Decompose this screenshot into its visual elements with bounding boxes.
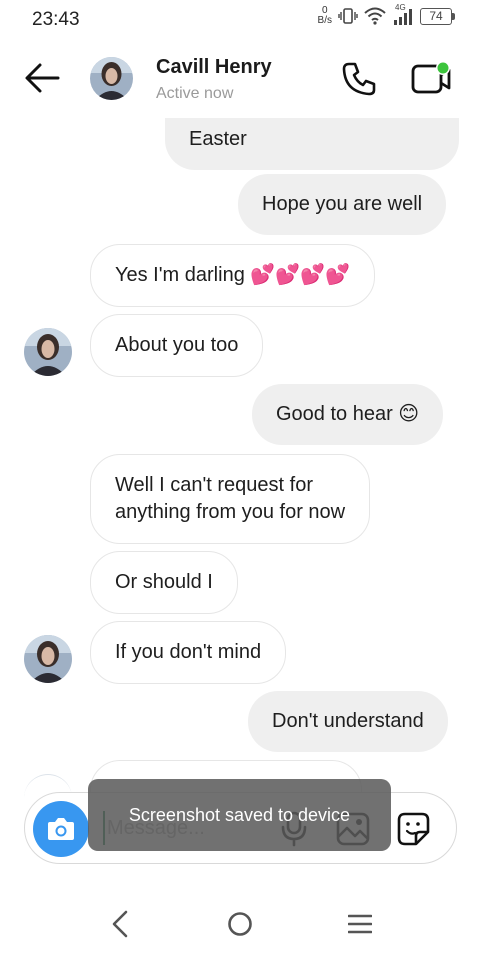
message-bubble[interactable]: Well I can't request for anything from y… xyxy=(90,454,371,544)
message-bubble[interactable]: Yes I'm darling 💕💕💕💕 xyxy=(90,244,375,307)
contact-avatar[interactable] xyxy=(90,57,133,100)
toast-notification: Screenshot saved to device xyxy=(88,779,391,851)
nav-home-button[interactable] xyxy=(227,911,253,937)
chat-header: Cavill Henry Active now xyxy=(0,38,480,118)
camera-button[interactable] xyxy=(33,801,89,857)
phone-icon xyxy=(342,62,376,96)
system-nav-bar xyxy=(0,890,480,960)
contact-name[interactable]: Cavill Henry xyxy=(156,56,272,79)
back-arrow-icon xyxy=(25,63,60,93)
sender-avatar[interactable] xyxy=(24,328,72,376)
status-bar: 23:43 0 B/s 4G 74 xyxy=(0,0,480,38)
video-call-icon xyxy=(411,61,451,94)
back-button[interactable] xyxy=(22,60,62,96)
nav-back-button[interactable] xyxy=(108,910,132,938)
video-call-button[interactable] xyxy=(410,60,454,98)
battery-indicator: 74 xyxy=(420,7,455,25)
nav-home-icon xyxy=(228,912,252,936)
message-bubble[interactable]: If you don't mind xyxy=(90,621,287,684)
vibrate-icon xyxy=(338,8,358,24)
nav-menu-icon xyxy=(347,914,373,934)
voice-call-button[interactable] xyxy=(340,60,378,98)
message-bubble[interactable]: Easter xyxy=(165,118,459,170)
message-bubble[interactable]: About you too xyxy=(90,314,264,377)
nav-menu-button[interactable] xyxy=(347,913,373,935)
camera-icon xyxy=(48,818,74,840)
message-bubble[interactable]: Hope you are well xyxy=(238,174,447,235)
nav-back-icon xyxy=(112,910,128,938)
sender-avatar[interactable] xyxy=(24,635,72,683)
message-thread[interactable]: Easter Hope you are well Yes I'm darling… xyxy=(0,118,480,808)
contact-status: Active now xyxy=(156,85,234,102)
sticker-icon xyxy=(397,812,430,846)
status-icons: 0 B/s 4G 74 xyxy=(317,3,455,26)
message-bubble[interactable]: Good to hear 😊 xyxy=(252,384,444,445)
sticker-button[interactable] xyxy=(395,811,431,847)
message-bubble[interactable]: Don't understand xyxy=(248,691,448,752)
status-time: 23:43 xyxy=(32,9,80,30)
message-bubble[interactable]: Or should I xyxy=(90,551,238,614)
wifi-icon xyxy=(364,7,386,25)
signal-icon: 4G xyxy=(392,3,414,26)
network-speed: 0 B/s xyxy=(317,5,332,26)
